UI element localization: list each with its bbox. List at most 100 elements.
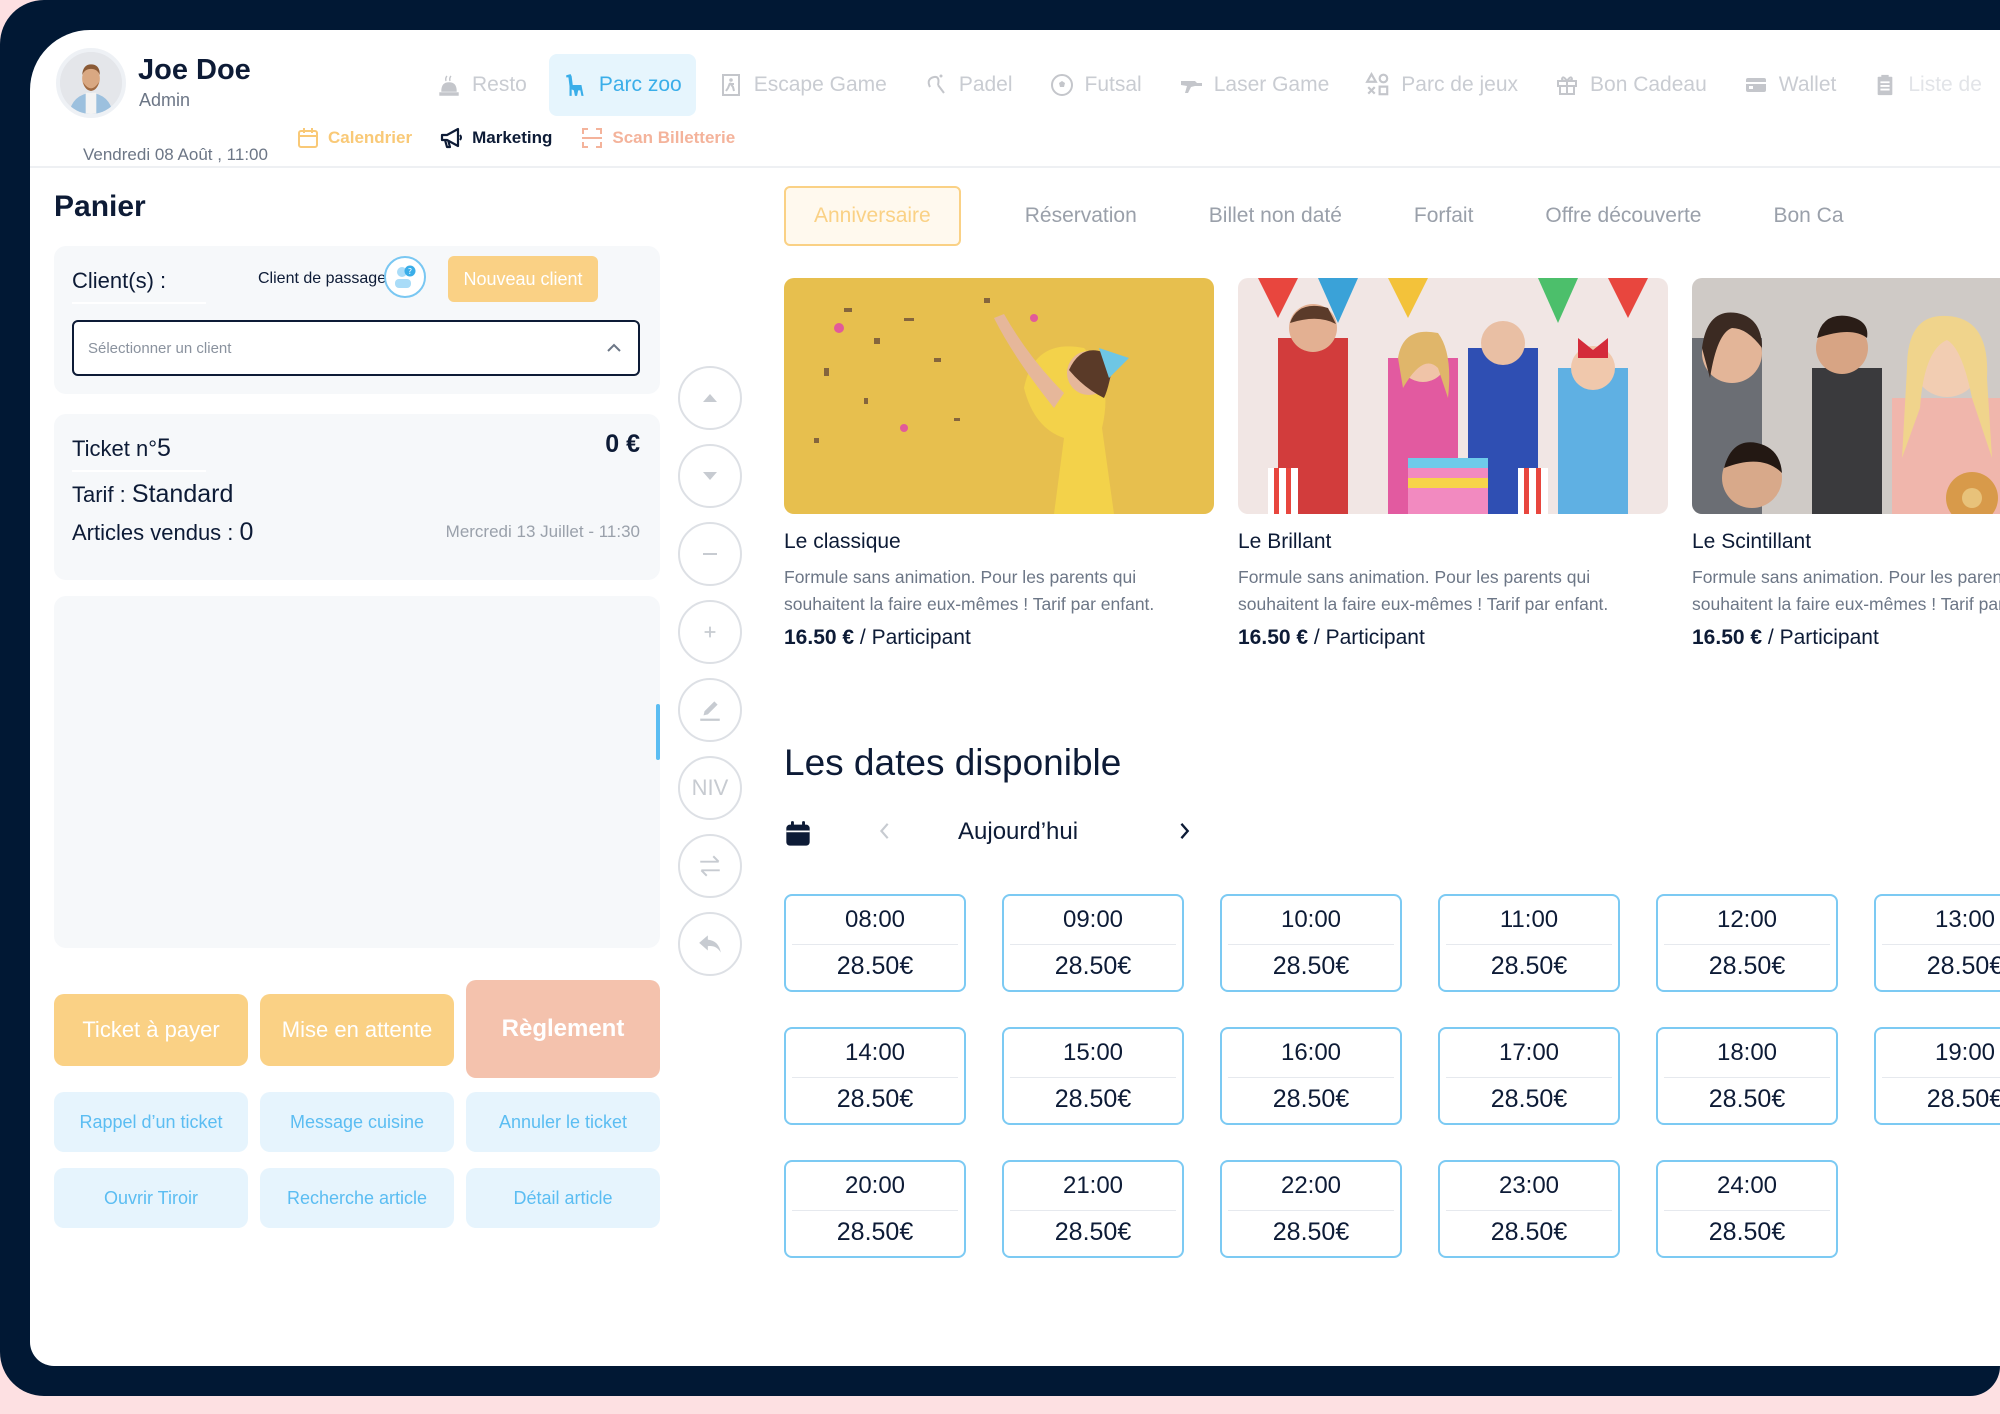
slot-price: 28.50€ (836, 952, 914, 980)
divider (1228, 1077, 1394, 1078)
food-icon (436, 72, 462, 98)
current-datetime: Vendredi 08 Août , 11:00 (83, 145, 268, 164)
reglement-button[interactable]: Règlement (466, 980, 660, 1078)
offer-image (784, 278, 1214, 514)
tab-forfait[interactable]: Forfait (1414, 204, 1474, 228)
divider (1228, 1210, 1394, 1211)
tab-reservation[interactable]: Réservation (1025, 204, 1137, 228)
transfer-button[interactable] (678, 834, 742, 898)
divider (1882, 944, 2000, 945)
time-slot[interactable]: 10:00 28.50€ (1220, 894, 1402, 992)
dates-title: Les dates disponible (784, 742, 1122, 783)
time-slot[interactable]: 13:00 28.50€ (1874, 894, 2000, 992)
game-symbols-icon (1365, 72, 1391, 98)
marketing-link[interactable]: Marketing (440, 126, 552, 150)
move-up-button[interactable] (678, 366, 742, 430)
time-slot[interactable]: 21:00 28.50€ (1002, 1160, 1184, 1258)
offer-card[interactable]: Le classique Formule sans animation. Pou… (784, 278, 1214, 650)
marketing-label: Marketing (472, 128, 553, 147)
time-slot[interactable]: 16:00 28.50€ (1220, 1027, 1402, 1125)
module-tabs: Resto Parc zoo Escape Game Padel Futsal … (422, 54, 2000, 116)
increase-button[interactable] (678, 600, 742, 664)
time-slot[interactable]: 19:00 28.50€ (1874, 1027, 2000, 1125)
tab-label: Resto (472, 73, 527, 96)
slot-price: 28.50€ (1926, 1085, 2000, 1113)
time-slot[interactable]: 11:00 28.50€ (1438, 894, 1620, 992)
tab-laser-game[interactable]: Laser Game (1164, 54, 1344, 116)
undo-button[interactable] (678, 912, 742, 976)
slot-time: 19:00 (1934, 1039, 1996, 1066)
mise-en-attente-button[interactable]: Mise en attente (260, 994, 454, 1066)
calendar-picker-icon[interactable] (784, 820, 812, 848)
slot-time: 17:00 (1498, 1039, 1560, 1066)
slot-price: 28.50€ (1490, 1085, 1568, 1113)
cart-items-list (54, 596, 660, 948)
tab-escape-game[interactable]: Escape Game (704, 54, 901, 116)
tab-offre-decouverte[interactable]: Offre découverte (1545, 204, 1701, 228)
time-slot[interactable]: 18:00 28.50€ (1656, 1027, 1838, 1125)
message-cuisine-button[interactable]: Message cuisine (260, 1092, 454, 1152)
client-select[interactable]: Sélectionner un client (72, 320, 640, 376)
time-slot[interactable]: 15:00 28.50€ (1002, 1027, 1184, 1125)
scan-billetterie-link[interactable]: Scan Billetterie (580, 126, 735, 150)
time-slot[interactable]: 08:00 28.50€ (784, 894, 966, 992)
tab-anniversaire[interactable]: Anniversaire (784, 186, 961, 246)
chevron-left-icon (879, 823, 889, 839)
previous-day-button[interactable] (876, 816, 894, 854)
clipboard-icon (1872, 72, 1898, 98)
annuler-ticket-button[interactable]: Annuler le ticket (466, 1092, 660, 1152)
exit-door-icon (718, 72, 744, 98)
passage-label: Client de passage (258, 270, 387, 287)
tab-label: Liste de (1908, 73, 1982, 96)
new-client-button[interactable]: Nouveau client (448, 256, 598, 302)
divider (1010, 944, 1176, 945)
current-date-label: Aujourd’hui (958, 818, 1079, 845)
calendar-label: Calendrier (328, 128, 413, 147)
tab-resto[interactable]: Resto (422, 54, 541, 116)
time-slot[interactable]: 20:00 28.50€ (784, 1160, 966, 1258)
time-slot[interactable]: 24:00 28.50€ (1656, 1160, 1838, 1258)
tab-parc-de-jeux[interactable]: Parc de jeux (1351, 54, 1532, 116)
wallet-card-icon (1743, 72, 1769, 98)
calendar-link[interactable]: Calendrier (296, 126, 412, 150)
tab-bon-cadeau[interactable]: Bon Ca (1773, 204, 1843, 228)
tab-liste[interactable]: Liste de (1858, 54, 1996, 116)
time-slot[interactable]: 12:00 28.50€ (1656, 894, 1838, 992)
time-slot[interactable]: 09:00 28.50€ (1002, 894, 1184, 992)
slot-time: 13:00 (1934, 906, 1996, 933)
ticket-a-payer-button[interactable]: Ticket à payer (54, 994, 248, 1066)
time-slot[interactable]: 14:00 28.50€ (784, 1027, 966, 1125)
slot-time: 08:00 (844, 906, 906, 933)
time-slot[interactable]: 22:00 28.50€ (1220, 1160, 1402, 1258)
divider (1664, 1210, 1830, 1211)
tab-wallet[interactable]: Wallet (1729, 54, 1851, 116)
slot-time: 11:00 (1499, 906, 1559, 933)
next-day-button[interactable] (1176, 816, 1194, 854)
move-down-button[interactable] (678, 444, 742, 508)
edit-button[interactable] (678, 678, 742, 742)
detail-article-button[interactable]: Détail article (466, 1168, 660, 1228)
decrease-button[interactable] (678, 522, 742, 586)
recherche-article-button[interactable]: Recherche article (260, 1168, 454, 1228)
niv-button[interactable]: NIV (678, 756, 742, 820)
slot-time: 10:00 (1280, 906, 1342, 933)
ouvrir-tiroir-button[interactable]: Ouvrir Tiroir (54, 1168, 248, 1228)
divider (1664, 1077, 1830, 1078)
tab-futsal[interactable]: Futsal (1035, 54, 1156, 116)
divider (1010, 1210, 1176, 1211)
tab-billet-non-date[interactable]: Billet non daté (1209, 204, 1342, 228)
tab-bon-cadeau[interactable]: Bon Cadeau (1540, 54, 1721, 116)
ticket-number: Ticket n°5 (72, 434, 171, 462)
scrollbar[interactable] (656, 704, 660, 760)
time-slot[interactable]: 23:00 28.50€ (1438, 1160, 1620, 1258)
tab-padel[interactable]: Padel (909, 54, 1027, 116)
slot-time: 09:00 (1062, 906, 1124, 933)
client-de-passage-button[interactable]: ? (384, 256, 426, 298)
time-slot[interactable]: 17:00 28.50€ (1438, 1027, 1620, 1125)
tab-parc-zoo[interactable]: Parc zoo (548, 54, 696, 116)
slot-time: 14:00 (844, 1039, 906, 1066)
avatar (56, 48, 126, 118)
rappel-ticket-button[interactable]: Rappel d’un ticket (54, 1092, 248, 1152)
offer-card[interactable]: Le Scintillant Formule sans animation. P… (1692, 278, 2000, 650)
offer-card[interactable]: Le Brillant Formule sans animation. Pour… (1238, 278, 1668, 650)
